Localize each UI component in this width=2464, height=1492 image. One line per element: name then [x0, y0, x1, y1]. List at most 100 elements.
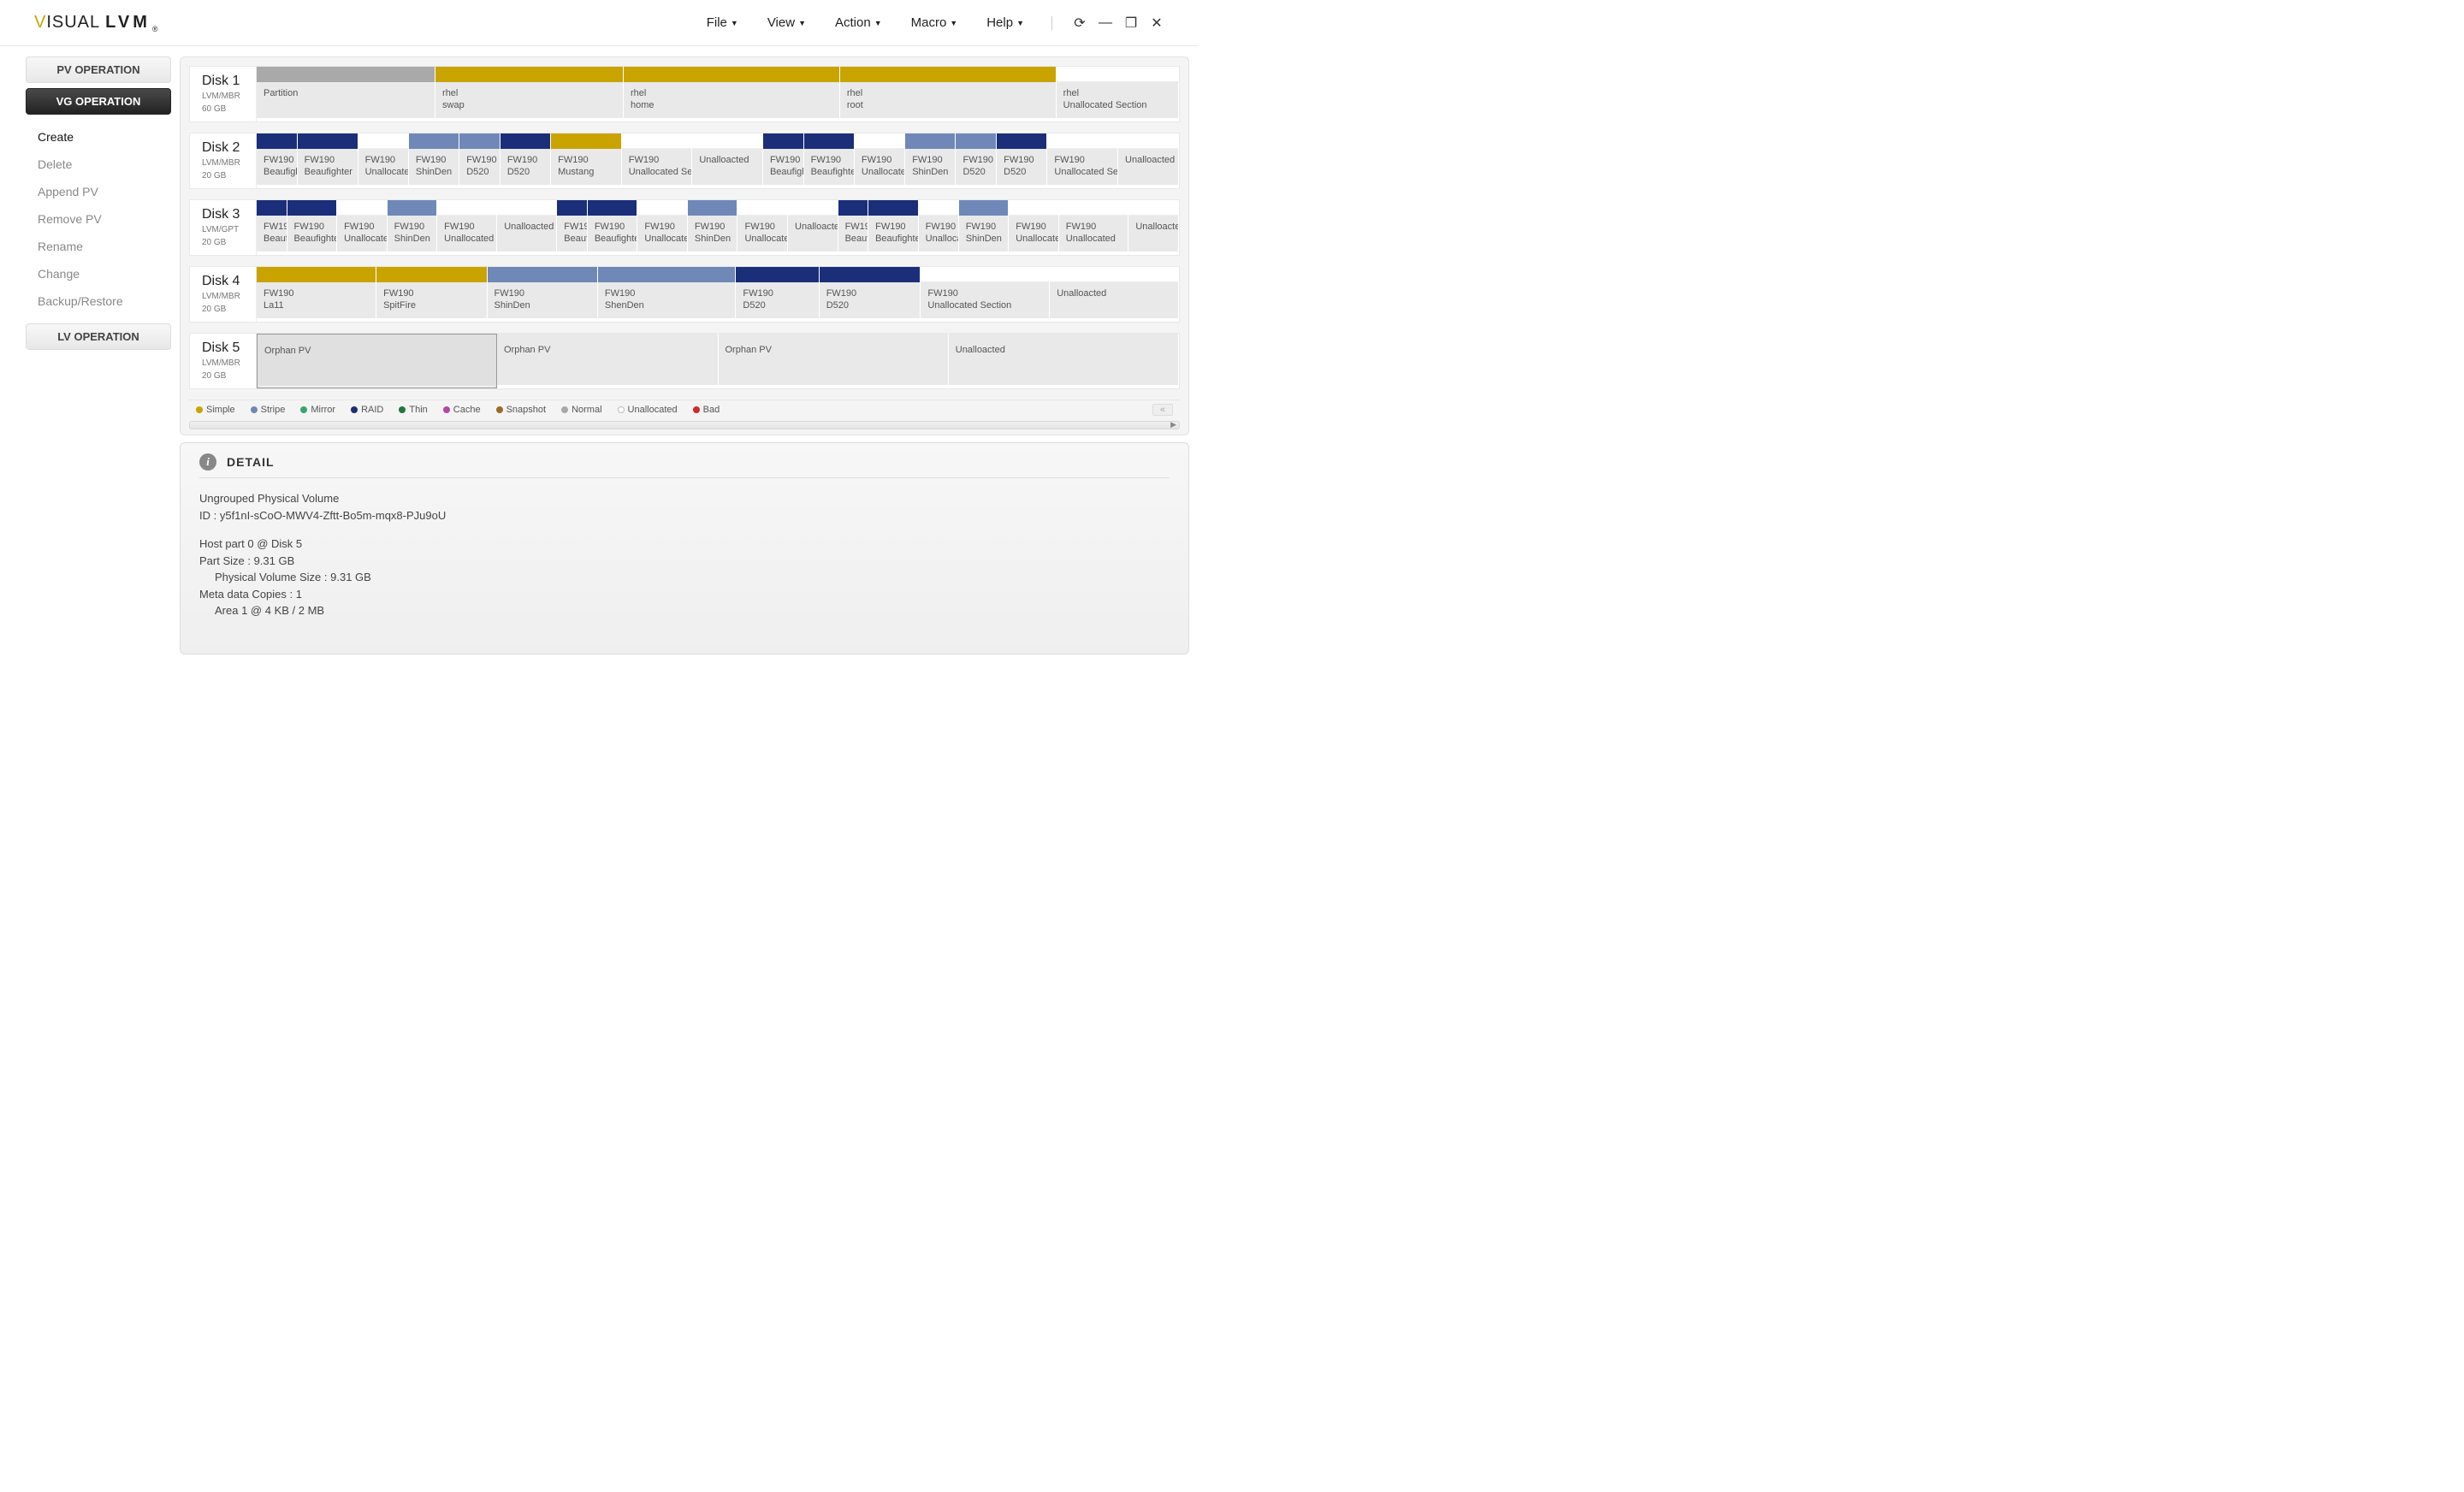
disk-segment[interactable]: FW190ShinDen — [905, 133, 956, 188]
segment-color-band — [1128, 200, 1178, 216]
segment-color-band — [855, 133, 904, 149]
disk-segment[interactable]: FW190D520 — [956, 133, 997, 188]
disk-segment[interactable]: FW190Unallocated — [358, 133, 409, 188]
disk-segment[interactable]: FW190Beaufighter — [763, 133, 804, 188]
disk-segment[interactable]: FW190Beaufighter — [257, 200, 287, 255]
disk-label[interactable]: Disk 2LVM/MBR20 GB — [190, 133, 257, 188]
disk-segment[interactable]: FW190D520 — [459, 133, 500, 188]
legend: SimpleStripeMirrorRAIDThinCacheSnapshotN… — [189, 400, 1180, 419]
disk-segment[interactable]: FW190Unallocated — [919, 200, 959, 255]
segment-color-band — [257, 200, 287, 216]
disk-segment[interactable]: Unalloacted — [788, 200, 838, 255]
disk-segment[interactable]: FW190Mustang — [551, 133, 622, 188]
sidebar-section-pv-operation[interactable]: PV OPERATION — [26, 56, 171, 83]
disk-segment[interactable]: FW190D520 — [736, 267, 819, 322]
disk-segment[interactable]: Unalloacted — [949, 334, 1179, 388]
minimize-icon[interactable]: — — [1099, 16, 1112, 30]
menu-file[interactable]: File▼ — [707, 15, 738, 30]
detail-line: Meta data Copies : 1 — [199, 586, 1170, 603]
disk-segment[interactable]: FW190D520 — [997, 133, 1047, 188]
segment-color-band — [763, 133, 803, 149]
disk-segment[interactable]: Orphan PV — [497, 334, 719, 388]
disk-segment[interactable]: FW190SpitFire — [376, 267, 487, 322]
sidebar-item-delete[interactable]: Delete — [26, 151, 171, 178]
disk-segment[interactable]: Unalloacted — [692, 133, 763, 188]
disk-segment[interactable]: rhelswap — [435, 67, 624, 121]
disk-segment[interactable]: rhelhome — [624, 67, 840, 121]
segment-color-band — [257, 133, 297, 149]
disk-segment[interactable]: FW190Unallocated — [337, 200, 388, 255]
disk-segment[interactable]: FW190Unallocated — [637, 200, 688, 255]
disk-segment[interactable]: FW190ShinDen — [409, 133, 459, 188]
disk-segment[interactable]: Orphan PV — [719, 334, 949, 388]
disk-segment[interactable]: FW190Beaufighter — [287, 200, 338, 255]
disk-segment[interactable]: FW190Beaufighter — [557, 200, 588, 255]
disk-segment[interactable]: FW190La11 — [257, 267, 376, 322]
disk-segment[interactable]: FW190D520 — [820, 267, 921, 322]
segment-color-band — [497, 200, 556, 216]
segment-color-band — [257, 267, 376, 282]
disk-label[interactable]: Disk 3LVM/GPT20 GB — [190, 200, 257, 255]
segment-color-band — [997, 133, 1046, 149]
disk-segment[interactable]: FW190ShinDen — [688, 200, 738, 255]
disk-segment[interactable]: FW190Beaufighter — [838, 200, 869, 255]
disk-segment[interactable]: FW190ShinDen — [959, 200, 1010, 255]
disk-segment[interactable]: FW190Unallocated — [1009, 200, 1059, 255]
disk-segment[interactable]: Unalloacted — [1128, 200, 1179, 255]
menu-help[interactable]: Help▼ — [986, 15, 1024, 30]
disk-label[interactable]: Disk 5LVM/MBR20 GB — [190, 334, 257, 388]
legend-item-simple: Simple — [196, 405, 235, 415]
disk-segment[interactable]: rhelUnallocated Section — [1057, 67, 1179, 121]
maximize-icon[interactable]: ❐ — [1124, 16, 1138, 30]
top-bar: VISUALLVM® File▼View▼Action▼Macro▼Help▼ … — [0, 0, 1198, 46]
disk-segment[interactable]: rhelroot — [840, 67, 1057, 121]
horizontal-scrollbar[interactable] — [189, 421, 1180, 429]
disk-label[interactable]: Disk 1LVM/MBR60 GB — [190, 67, 257, 121]
disk-segment[interactable]: FW190Unallocated — [855, 133, 905, 188]
detail-line: Area 1 @ 4 KB / 2 MB — [199, 602, 1170, 619]
disk-segment[interactable]: Unalloacted — [1118, 133, 1179, 188]
disk-segment[interactable]: FW190ShinDen — [388, 200, 438, 255]
disk-segment[interactable]: FW190Beaufighter — [868, 200, 919, 255]
disk-segment[interactable]: FW190Beaufighter — [257, 133, 298, 188]
disk-segment[interactable]: Unalloacted — [497, 200, 557, 255]
sidebar-item-append-pv[interactable]: Append PV — [26, 178, 171, 205]
menu-view[interactable]: View▼ — [767, 15, 806, 30]
segment-color-band — [1057, 67, 1178, 82]
menu-action[interactable]: Action▼ — [835, 15, 882, 30]
disk-segment[interactable]: FW190ShinDen — [488, 267, 598, 322]
disk-segment[interactable]: FW190Unallocated — [437, 200, 497, 255]
disk-segment[interactable]: FW190Beaufighter — [588, 200, 638, 255]
sidebar-section-vg-operation[interactable]: VG OPERATION — [26, 88, 171, 115]
disk-segment[interactable]: FW190Unallocated Section — [622, 133, 693, 188]
sidebar-item-remove-pv[interactable]: Remove PV — [26, 205, 171, 233]
sidebar-item-backup-restore[interactable]: Backup/Restore — [26, 287, 171, 315]
disk-segment[interactable]: Unalloacted — [1050, 267, 1179, 322]
sidebar-section-lv-operation[interactable]: LV OPERATION — [26, 323, 171, 350]
detail-line: Host part 0 @ Disk 5 — [199, 536, 1170, 553]
close-icon[interactable]: ✕ — [1150, 16, 1164, 30]
segment-color-band — [622, 133, 692, 149]
disk-segment[interactable]: FW190Beaufighter — [298, 133, 358, 188]
sidebar-item-rename[interactable]: Rename — [26, 233, 171, 260]
disk-segment[interactable]: Orphan PV — [257, 334, 497, 388]
refresh-icon[interactable]: ⟳ — [1073, 16, 1087, 30]
legend-collapse-button[interactable]: « — [1152, 404, 1173, 416]
detail-body: Ungrouped Physical VolumeID : y5f1nI-sCo… — [199, 490, 1170, 619]
sidebar-item-create[interactable]: Create — [26, 123, 171, 151]
segment-color-band — [868, 200, 918, 216]
menu-macro[interactable]: Macro▼ — [911, 15, 958, 30]
disk-segment[interactable]: Partition — [257, 67, 435, 121]
segment-color-band — [588, 200, 637, 216]
disk-segment[interactable]: FW190D520 — [500, 133, 551, 188]
disk-segment[interactable]: FW190ShenDen — [598, 267, 737, 322]
legend-item-cache: Cache — [443, 405, 481, 415]
disk-segment[interactable]: FW190Unallocated Section — [1047, 133, 1118, 188]
disk-map-pane: Disk 1LVM/MBR60 GBPartitionrhelswaprhelh… — [180, 56, 1189, 435]
disk-segment[interactable]: FW190Unallocated — [737, 200, 788, 255]
disk-label[interactable]: Disk 4LVM/MBR20 GB — [190, 267, 257, 322]
disk-segment[interactable]: FW190Beaufighter — [804, 133, 855, 188]
disk-segment[interactable]: FW190Unallocated — [1059, 200, 1129, 255]
sidebar-item-change[interactable]: Change — [26, 260, 171, 287]
disk-segment[interactable]: FW190Unallocated Section — [921, 267, 1050, 322]
